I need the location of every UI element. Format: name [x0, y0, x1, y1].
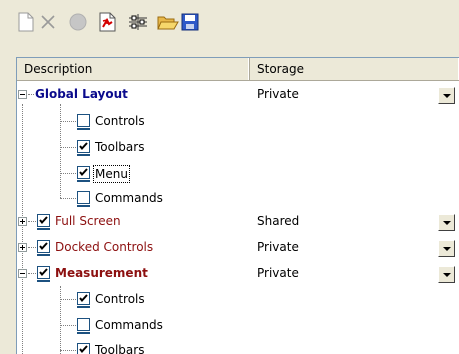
tree-line [60, 350, 76, 351]
expand-icon[interactable] [18, 243, 27, 252]
tree-line [60, 325, 76, 326]
expand-icon[interactable] [18, 217, 27, 226]
checkbox-checked-icon[interactable] [77, 343, 90, 354]
tree-row-global-layout[interactable]: Global Layout Private [17, 83, 459, 109]
toolbar [14, 10, 454, 40]
column-header-description[interactable]: Description [17, 58, 250, 80]
checkbox-checked-icon[interactable] [37, 266, 50, 279]
column-header-storage[interactable]: Storage [250, 58, 459, 80]
checkbox-unchecked-icon[interactable] [77, 191, 90, 204]
checkbox-underline [77, 154, 90, 156]
tree-row-global-menu[interactable]: Menu [17, 162, 459, 188]
tree-row-global-toolbars[interactable]: Toolbars [17, 136, 459, 162]
checkbox-underline [77, 306, 90, 308]
tree-row-full-screen[interactable]: Full Screen Shared [17, 210, 459, 236]
tree-line [60, 121, 76, 122]
tree-item-label: Measurement [55, 266, 148, 280]
tree-row-measurement-commands[interactable]: Commands [17, 314, 459, 340]
tree-line [60, 299, 76, 300]
tree-line [60, 198, 76, 199]
new-document-icon[interactable] [14, 10, 38, 34]
save-icon[interactable] [178, 10, 202, 34]
storage-dropdown-button[interactable] [438, 266, 455, 283]
tree-row-docked-controls[interactable]: Docked Controls Private [17, 236, 459, 262]
tree-row-measurement-toolbars[interactable]: Toolbars [17, 339, 459, 354]
storage-value: Shared [257, 214, 300, 228]
tree-row-global-controls[interactable]: Controls [17, 110, 459, 136]
storage-value: Private [257, 240, 299, 254]
checkbox-checked-icon[interactable] [37, 214, 50, 227]
checkbox-checked-icon[interactable] [77, 140, 90, 153]
storage-value: Private [257, 87, 299, 101]
reset-icon[interactable] [96, 10, 120, 34]
tree-item-label: Docked Controls [55, 240, 154, 254]
tree-line [60, 147, 76, 148]
checkbox-underline [37, 228, 50, 230]
storage-dropdown-button[interactable] [438, 87, 455, 104]
tree-line [28, 221, 36, 222]
checkbox-checked-icon[interactable] [37, 240, 50, 253]
layout-tree-list[interactable]: Description Storage Global Layout Privat… [16, 57, 459, 354]
tree-row-measurement[interactable]: Measurement Private [17, 262, 459, 288]
checkbox-underline [77, 180, 90, 182]
tree-item-label: Toolbars [95, 343, 145, 354]
tree-line [28, 247, 36, 248]
delete-icon[interactable] [36, 10, 60, 34]
tree-line [28, 273, 36, 274]
tree-item-label: Toolbars [95, 140, 145, 154]
tree-item-label: Global Layout [35, 87, 128, 101]
tree-item-label: Controls [95, 292, 145, 306]
checkbox-underline [37, 254, 50, 256]
storage-dropdown-button[interactable] [438, 240, 455, 257]
tree-row-measurement-controls[interactable]: Controls [17, 288, 459, 314]
customize-icon[interactable] [126, 10, 150, 34]
tree-line [28, 94, 34, 95]
collapse-icon[interactable] [18, 269, 27, 278]
tree-line [60, 173, 76, 174]
record-icon[interactable] [66, 10, 90, 34]
column-header: Description Storage [17, 58, 459, 81]
open-folder-icon[interactable] [156, 10, 180, 34]
tree-item-label: Controls [95, 114, 145, 128]
checkbox-underline [77, 332, 90, 334]
checkbox-unchecked-icon[interactable] [77, 114, 90, 127]
tree-item-label: Full Screen [55, 214, 121, 228]
checkbox-checked-icon[interactable] [77, 292, 90, 305]
checkbox-unchecked-icon[interactable] [77, 318, 90, 331]
storage-value: Private [257, 266, 299, 280]
collapse-icon[interactable] [18, 90, 27, 99]
tree-item-label-selected: Menu [93, 165, 130, 183]
checkbox-underline [77, 205, 90, 207]
tree-item-label: Commands [95, 318, 163, 332]
checkbox-underline [77, 128, 90, 130]
storage-dropdown-button[interactable] [438, 214, 455, 231]
checkbox-underline [37, 280, 50, 282]
checkbox-checked-icon[interactable] [77, 166, 90, 179]
